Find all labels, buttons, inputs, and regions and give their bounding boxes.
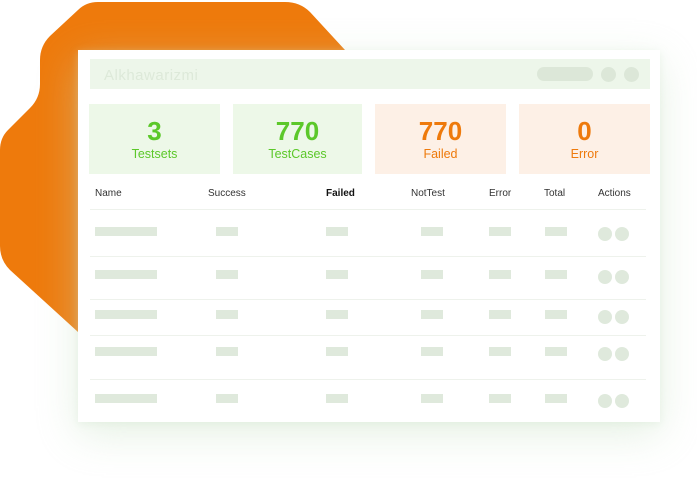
action-icon[interactable] [615,394,629,408]
window-control-icon[interactable] [601,67,616,82]
cell-placeholder-name [95,270,157,279]
action-icon[interactable] [598,310,612,324]
app-title: Alkhawarizmi [104,67,199,84]
action-icon[interactable] [615,227,629,241]
stat-label: Testsets [131,147,178,161]
cell-placeholder-error [489,394,511,403]
column-header-failed[interactable]: Failed [326,188,355,199]
cell-placeholder-success [216,227,238,236]
stat-value: 0 [577,116,592,146]
title-bar: Alkhawarizmi [90,59,650,89]
cell-placeholder-name [95,227,157,236]
cell-placeholder-nottest [421,347,443,356]
cell-placeholder-success [216,270,238,279]
table-row[interactable] [90,299,646,336]
stat-value: 3 [147,116,162,146]
column-header-error[interactable]: Error [489,188,511,199]
action-icon[interactable] [598,270,612,284]
table-row[interactable] [90,256,646,300]
cell-placeholder-failed [326,227,348,236]
cell-placeholder-nottest [421,394,443,403]
column-header-success[interactable]: Success [208,188,246,199]
header-divider [90,209,646,210]
action-icon[interactable] [598,227,612,241]
stat-label: Error [570,147,599,161]
cell-placeholder-total [545,270,567,279]
cell-placeholder-error [489,227,511,236]
cell-placeholder-success [216,310,238,319]
cell-placeholder-success [216,394,238,403]
cell-placeholder-name [95,394,157,403]
cell-placeholder-failed [326,310,348,319]
table-row[interactable] [90,213,646,257]
stat-value: 770 [275,116,320,146]
cell-placeholder-total [545,394,567,403]
cell-placeholder-error [489,270,511,279]
cell-placeholder-total [545,310,567,319]
cell-placeholder-name [95,310,157,319]
stat-card-failed[interactable]: 770 Failed [375,104,506,174]
stat-card-error[interactable]: 0 Error [519,104,650,174]
cell-placeholder-name [95,347,157,356]
stat-card-testsets[interactable]: 3 Testsets [89,104,220,174]
column-header-nottest[interactable]: NotTest [411,188,445,199]
cell-placeholder-error [489,347,511,356]
stat-label: TestCases [268,147,327,161]
action-icon[interactable] [615,347,629,361]
table-row[interactable] [90,336,646,380]
cell-placeholder-nottest [421,310,443,319]
app-window: Alkhawarizmi 3 Testsets 770 TestCases 77… [78,50,660,422]
action-icon[interactable] [598,394,612,408]
column-header-total[interactable]: Total [544,188,565,199]
column-header-actions: Actions [598,188,631,199]
cell-placeholder-failed [326,270,348,279]
cell-placeholder-failed [326,347,348,356]
cell-placeholder-failed [326,394,348,403]
cell-placeholder-nottest [421,227,443,236]
column-header-name[interactable]: Name [95,188,122,199]
cell-placeholder-nottest [421,270,443,279]
table-row[interactable] [90,380,646,423]
stat-label: Failed [423,147,458,161]
stat-value: 770 [418,116,463,146]
action-icon[interactable] [615,270,629,284]
action-icon[interactable] [615,310,629,324]
cell-placeholder-error [489,310,511,319]
cell-placeholder-success [216,347,238,356]
cell-placeholder-total [545,347,567,356]
action-icon[interactable] [598,347,612,361]
cell-placeholder-total [545,227,567,236]
window-search-pill[interactable] [537,67,593,81]
window-control-icon[interactable] [624,67,639,82]
stat-card-testcases[interactable]: 770 TestCases [233,104,362,174]
